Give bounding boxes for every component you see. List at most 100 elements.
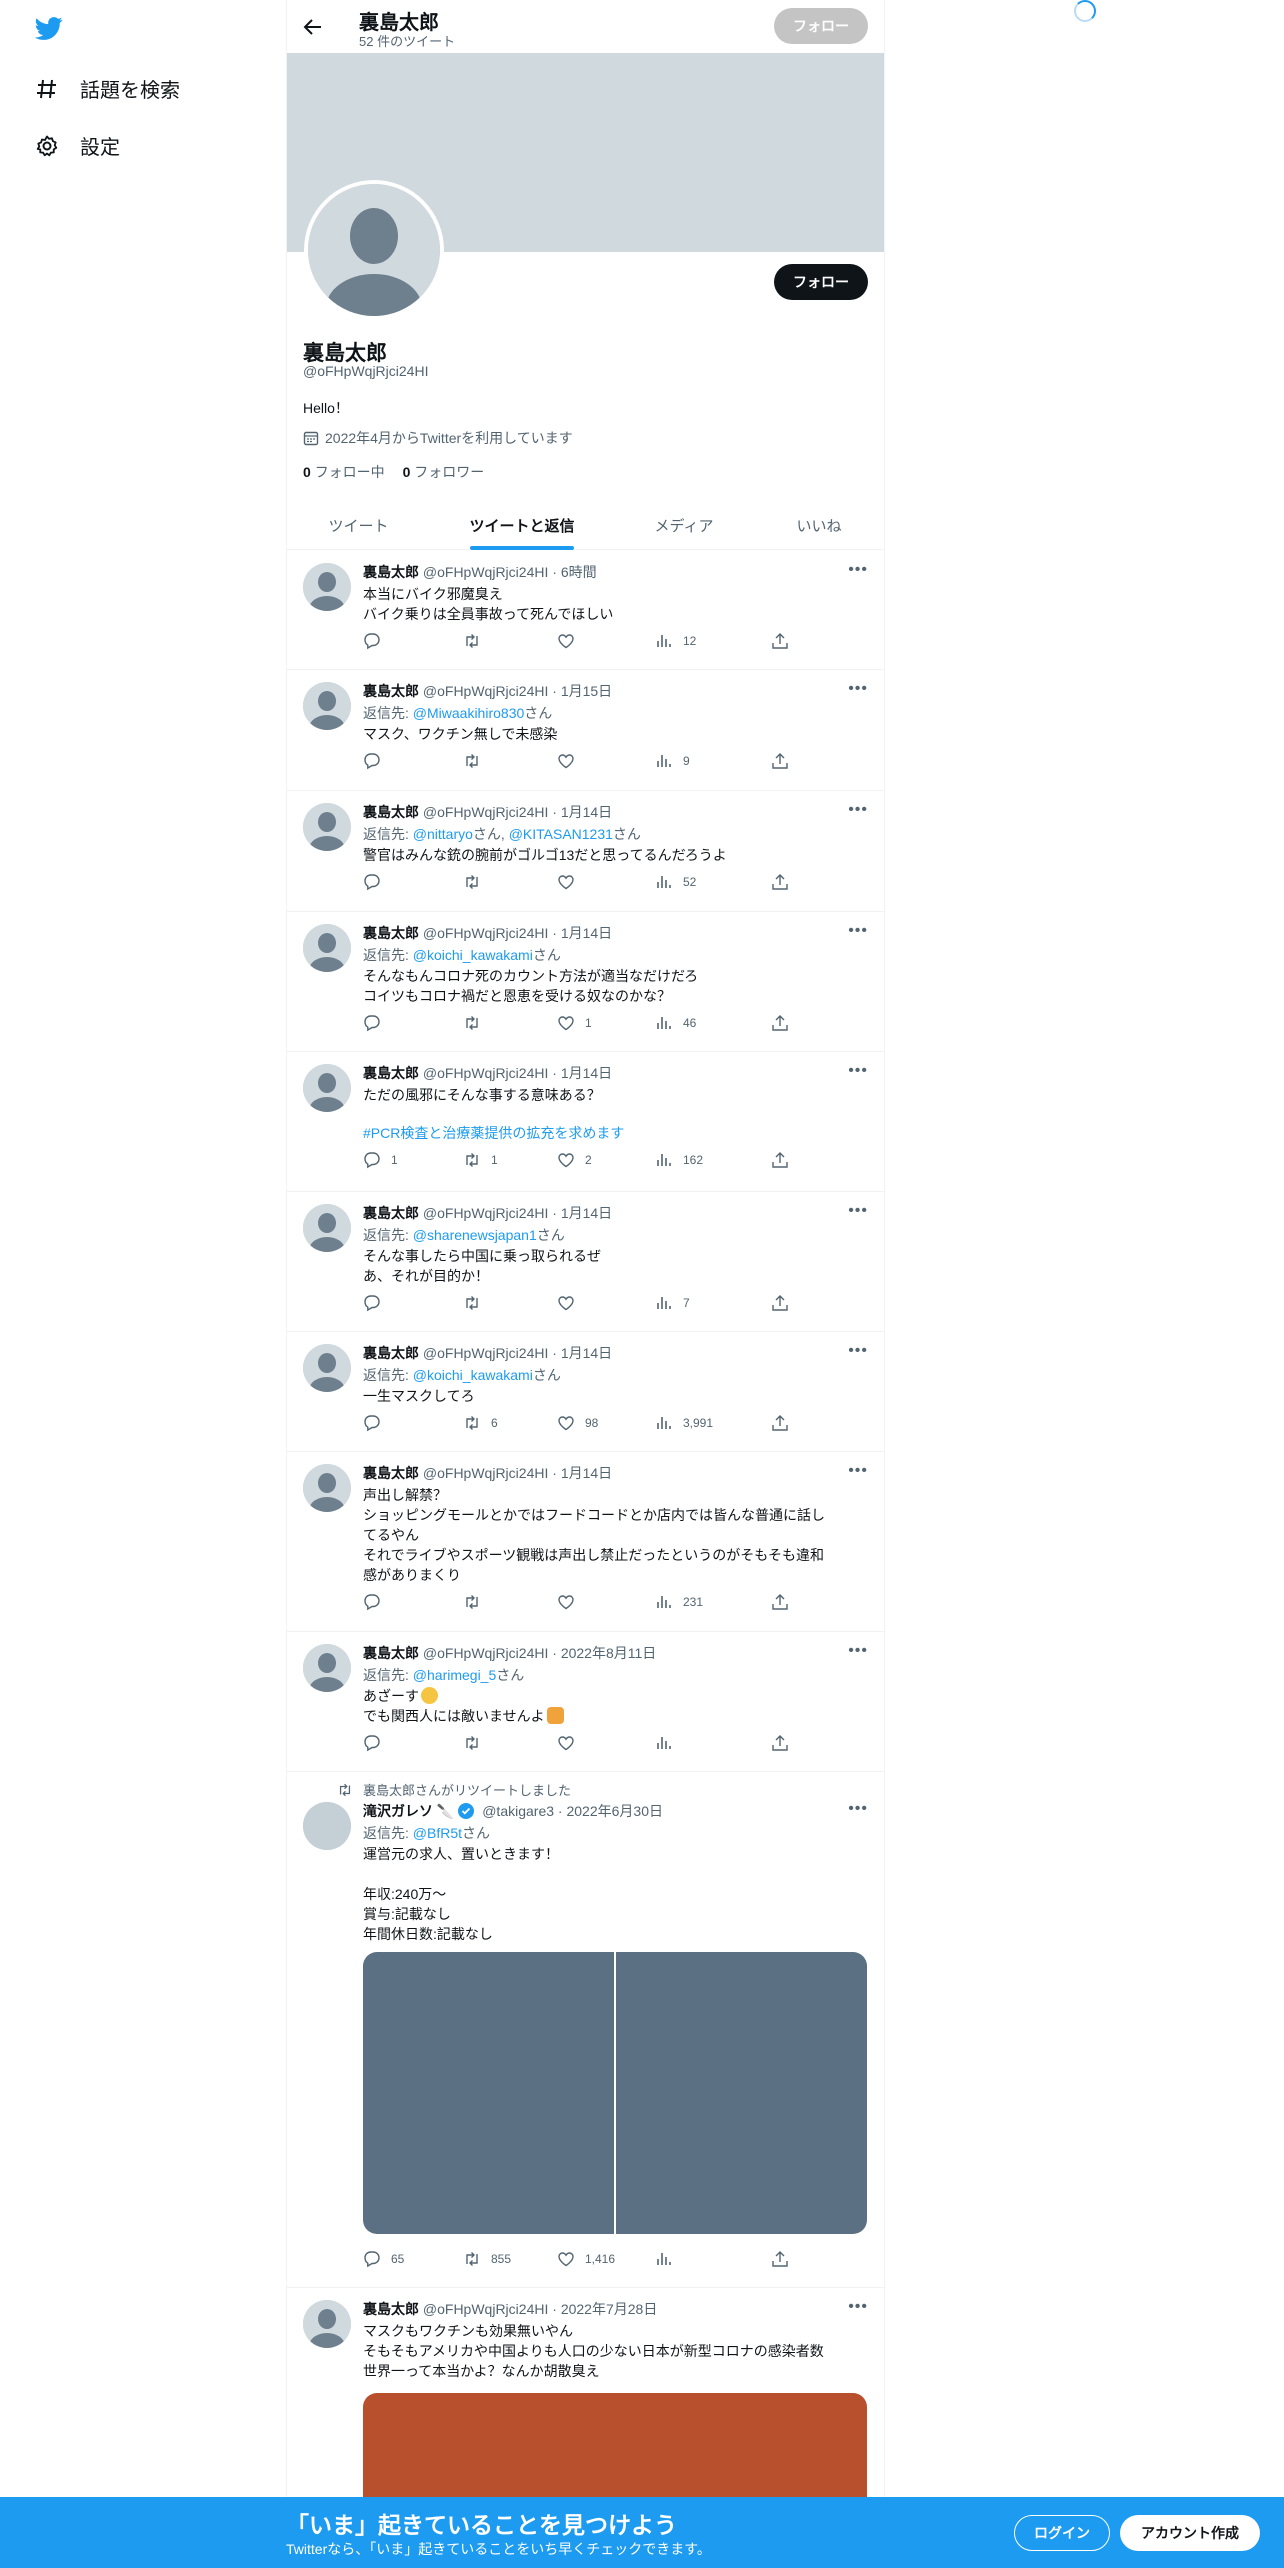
avatar[interactable]: [303, 1802, 351, 1850]
tweet-time[interactable]: 2022年7月28日: [561, 2301, 658, 2317]
nav-explore[interactable]: 話題を検索: [34, 74, 180, 103]
author-handle[interactable]: @oFHpWqjRjci24HI: [423, 1205, 548, 1221]
heart-action[interactable]: [557, 1294, 585, 1312]
heart-action[interactable]: 2: [557, 1151, 592, 1169]
header-follow-button[interactable]: フォロー: [774, 8, 868, 44]
avatar[interactable]: [303, 1464, 351, 1512]
tweet[interactable]: 裏島太郎 @oFHpWqjRjci24HI · 1月15日 ••• 返信先: @Mi…: [287, 670, 884, 791]
reply-to-link[interactable]: @koichi_kawakami: [413, 947, 533, 963]
tweet-image-2[interactable]: [616, 1952, 867, 2234]
tweet-time[interactable]: 1月14日: [561, 1345, 612, 1361]
author-handle[interactable]: @oFHpWqjRjci24HI: [423, 925, 548, 941]
author-handle[interactable]: @oFHpWqjRjci24HI: [423, 2301, 548, 2317]
retweet-action[interactable]: [463, 1294, 491, 1312]
heart-action[interactable]: [557, 752, 585, 770]
views-action[interactable]: 46: [655, 1014, 696, 1032]
more-options-icon[interactable]: •••: [848, 561, 868, 579]
tweet[interactable]: 裏島太郎 @oFHpWqjRjci24HI · 1月14日 ••• 返信先: @ko…: [287, 1332, 884, 1452]
reply-to-link[interactable]: @sharenewsjapan1: [413, 1227, 537, 1243]
tab-media[interactable]: メディア: [614, 500, 754, 550]
share-action[interactable]: [771, 1014, 789, 1032]
author-name[interactable]: 裏島太郎: [363, 2301, 419, 2317]
avatar[interactable]: [303, 1064, 351, 1112]
author-handle[interactable]: @oFHpWqjRjci24HI: [423, 683, 548, 699]
heart-action[interactable]: [557, 1593, 585, 1611]
login-button[interactable]: ログイン: [1014, 2515, 1110, 2551]
retweet-action[interactable]: 855: [463, 2250, 511, 2268]
tweet[interactable]: 裏島太郎 @oFHpWqjRjci24HI · 1月14日 ••• 返信先: @sh…: [287, 1192, 884, 1332]
heart-action[interactable]: [557, 1734, 585, 1752]
signup-button[interactable]: アカウント作成: [1120, 2515, 1260, 2551]
reply-to-link[interactable]: @nittaryo: [413, 826, 473, 842]
retweet-action[interactable]: [463, 1593, 491, 1611]
reply-to-link-2[interactable]: @KITASAN1231: [509, 826, 613, 842]
views-action[interactable]: 12: [655, 632, 696, 650]
tweet[interactable]: 裏島太郎さんがリツイートしました 滝沢ガレソ 🔪 @takigare3 · 202…: [287, 1772, 884, 2288]
tweet-time[interactable]: 2022年8月11日: [561, 1645, 656, 1661]
reply-action[interactable]: [363, 1294, 391, 1312]
author-handle[interactable]: @oFHpWqjRjci24HI: [423, 1465, 548, 1481]
more-options-icon[interactable]: •••: [848, 801, 868, 819]
avatar[interactable]: [303, 803, 351, 851]
more-options-icon[interactable]: •••: [848, 1062, 868, 1080]
avatar[interactable]: [303, 1344, 351, 1392]
reply-to-link[interactable]: @BfR5t: [413, 1825, 462, 1841]
tab-tweets-replies[interactable]: ツイートと返信: [430, 500, 614, 550]
heart-action[interactable]: 1,416: [557, 2250, 615, 2268]
heart-action[interactable]: [557, 873, 585, 891]
tweet-time[interactable]: 2022年6月30日: [566, 1803, 663, 1819]
author-handle[interactable]: @oFHpWqjRjci24HI: [423, 1645, 548, 1661]
author-handle[interactable]: @takigare3: [482, 1803, 554, 1819]
tweet[interactable]: 裏島太郎 @oFHpWqjRjci24HI · 1月14日 ••• 返信先: @ni…: [287, 791, 884, 912]
tweet-time[interactable]: 1月14日: [561, 804, 612, 820]
avatar[interactable]: [303, 924, 351, 972]
tweet[interactable]: 裏島太郎 @oFHpWqjRjci24HI · 2022年8月11日 ••• 返信先…: [287, 1632, 884, 1772]
share-action[interactable]: [771, 873, 789, 891]
more-options-icon[interactable]: •••: [848, 1642, 868, 1660]
tweet-time[interactable]: 1月14日: [561, 1465, 612, 1481]
avatar[interactable]: [303, 2300, 351, 2348]
author-name[interactable]: 裏島太郎: [363, 1645, 419, 1661]
follow-button[interactable]: フォロー: [774, 264, 868, 300]
avatar[interactable]: [303, 563, 351, 611]
reply-action[interactable]: 65: [363, 2250, 404, 2268]
back-arrow-icon[interactable]: [299, 13, 327, 41]
author-name[interactable]: 裏島太郎: [363, 804, 419, 820]
reply-to-link[interactable]: @Miwaakihiro830: [413, 705, 524, 721]
twitter-logo-icon[interactable]: [33, 14, 65, 42]
more-options-icon[interactable]: •••: [848, 1462, 868, 1480]
heart-action[interactable]: 1: [557, 1014, 592, 1032]
views-action[interactable]: 231: [655, 1593, 703, 1611]
author-name[interactable]: 滝沢ガレソ: [363, 1803, 433, 1819]
more-options-icon[interactable]: •••: [848, 680, 868, 698]
author-name[interactable]: 裏島太郎: [363, 925, 419, 941]
share-action[interactable]: [771, 1414, 789, 1432]
reply-action[interactable]: [363, 632, 391, 650]
more-options-icon[interactable]: •••: [848, 1800, 868, 1818]
tab-likes[interactable]: いいね: [754, 500, 884, 550]
share-action[interactable]: [771, 2250, 789, 2268]
heart-action[interactable]: [557, 632, 585, 650]
reply-to-link[interactable]: @koichi_kawakami: [413, 1367, 533, 1383]
reply-action[interactable]: [363, 1014, 391, 1032]
author-name[interactable]: 裏島太郎: [363, 683, 419, 699]
views-action[interactable]: 162: [655, 1151, 703, 1169]
tweet-image-1[interactable]: [363, 1952, 614, 2234]
views-action[interactable]: [655, 1734, 683, 1752]
reply-action[interactable]: [363, 1734, 391, 1752]
tweet-time[interactable]: 1月15日: [561, 683, 612, 699]
more-options-icon[interactable]: •••: [848, 922, 868, 940]
views-action[interactable]: 9: [655, 752, 690, 770]
retweet-action[interactable]: 6: [463, 1414, 498, 1432]
more-options-icon[interactable]: •••: [848, 1202, 868, 1220]
retweet-action[interactable]: 1: [463, 1151, 498, 1169]
hashtag-link[interactable]: #PCR検査と治療薬提供の拡充を求めます: [363, 1123, 624, 1143]
share-action[interactable]: [771, 632, 789, 650]
nav-settings[interactable]: 設定: [34, 131, 120, 160]
avatar[interactable]: [303, 682, 351, 730]
tweet[interactable]: 裏島太郎 @oFHpWqjRjci24HI · 1月14日 ••• 返信先: @ko…: [287, 912, 884, 1052]
tab-tweets[interactable]: ツイート: [287, 500, 430, 550]
followers-link[interactable]: 0 フォロワー: [403, 464, 485, 480]
tweet[interactable]: 裏島太郎 @oFHpWqjRjci24HI · 1月14日 ••• 声出し解禁？ ショ…: [287, 1452, 884, 1632]
retweet-action[interactable]: [463, 752, 491, 770]
